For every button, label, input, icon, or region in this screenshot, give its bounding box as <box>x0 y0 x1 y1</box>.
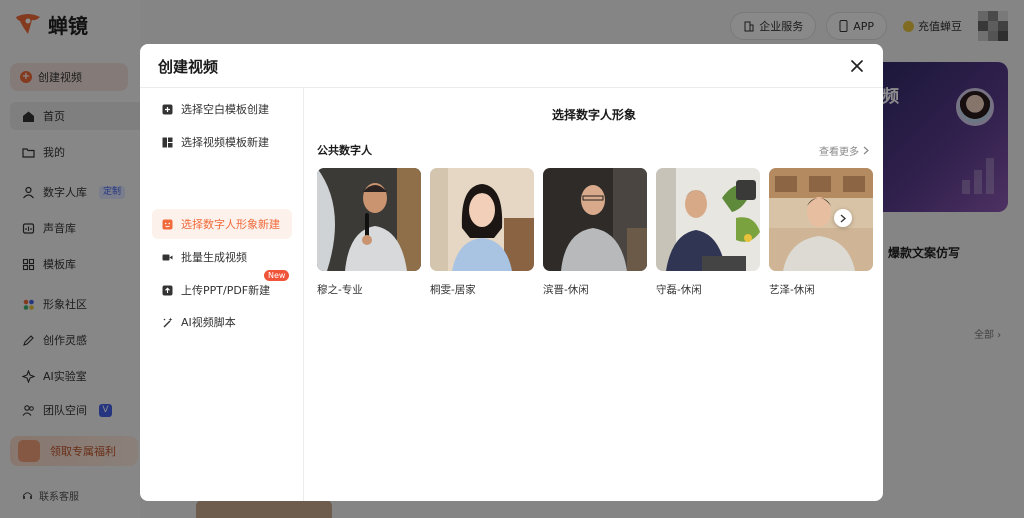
menu-item-ai-script[interactable]: AI视频脚本 <box>152 307 292 337</box>
menu-item-upload-ppt-pdf[interactable]: 上传PPT/PDF新建 New <box>152 270 292 305</box>
new-badge: New <box>264 270 290 281</box>
see-more-label: 查看更多 <box>819 147 859 158</box>
upload-icon <box>162 285 173 296</box>
group-title: 公共数字人 <box>317 144 372 157</box>
menu-item-label: 批量生成视频 <box>181 251 247 264</box>
avatar-thumbnail <box>430 168 534 271</box>
create-method-menu: 选择空白模板创建 选择视频模板新建 选择数字人形象新建 批量生成视频 上传PPT… <box>140 88 304 501</box>
close-icon <box>851 60 863 72</box>
avatar-card[interactable]: 守磊-休闲 <box>656 168 760 297</box>
menu-item-blank-template[interactable]: 选择空白模板创建 <box>152 94 292 124</box>
chevron-right-icon <box>863 146 869 155</box>
avatar-card[interactable]: 穆之-专业 <box>317 168 421 297</box>
avatar-name: 穆之-专业 <box>317 284 363 296</box>
close-button[interactable] <box>847 56 867 76</box>
see-more-link[interactable]: 查看更多 <box>819 143 869 158</box>
menu-item-label: 选择视频模板新建 <box>181 136 269 149</box>
plus-square-icon <box>162 104 173 115</box>
avatar-name: 艺泽-休闲 <box>769 284 815 296</box>
avatar-card[interactable]: 桐雯-居家 <box>430 168 534 297</box>
avatar-card[interactable]: 滨晋-休闲 <box>543 168 647 297</box>
avatar-face-icon <box>162 219 173 230</box>
menu-item-label: AI视频脚本 <box>181 316 236 329</box>
avatar-thumbnail <box>543 168 647 271</box>
magic-wand-icon <box>162 317 173 328</box>
create-video-modal: 创建视频 选择空白模板创建 选择视频模板新建 选择数字人形象新建 批量生成视频 … <box>140 44 883 501</box>
avatar-card[interactable]: 艺泽-休闲 <box>769 168 873 297</box>
avatar-name: 桐雯-居家 <box>430 284 476 296</box>
avatar-thumbnail <box>769 168 873 271</box>
menu-item-video-template[interactable]: 选择视频模板新建 <box>152 127 292 157</box>
video-camera-icon <box>162 252 173 263</box>
menu-item-batch-generate[interactable]: 批量生成视频 <box>152 242 292 272</box>
avatar-card-list: 穆之-专业 桐雯-居家 滨晋-休闲 守磊-休闲 艺泽-休闲 <box>317 168 873 297</box>
template-icon <box>162 137 173 148</box>
carousel-next-button[interactable] <box>834 209 852 227</box>
avatar-name: 滨晋-休闲 <box>543 284 589 296</box>
avatar-selection-panel: 选择数字人形象 公共数字人 查看更多 穆之-专业 桐雯-居家 滨晋-休闲 守磊-… <box>305 88 883 501</box>
modal-title: 创建视频 <box>158 58 219 76</box>
section-title: 选择数字人形象 <box>551 108 636 122</box>
menu-item-digital-avatar[interactable]: 选择数字人形象新建 <box>152 209 292 239</box>
avatar-name: 守磊-休闲 <box>656 284 702 296</box>
menu-item-label: 选择空白模板创建 <box>181 103 269 116</box>
modal-header: 创建视频 <box>140 44 883 88</box>
avatar-thumbnail <box>656 168 760 271</box>
menu-item-label: 上传PPT/PDF新建 <box>181 284 271 297</box>
chevron-right-icon <box>840 214 846 222</box>
menu-item-label: 选择数字人形象新建 <box>181 218 280 231</box>
avatar-thumbnail <box>317 168 421 271</box>
